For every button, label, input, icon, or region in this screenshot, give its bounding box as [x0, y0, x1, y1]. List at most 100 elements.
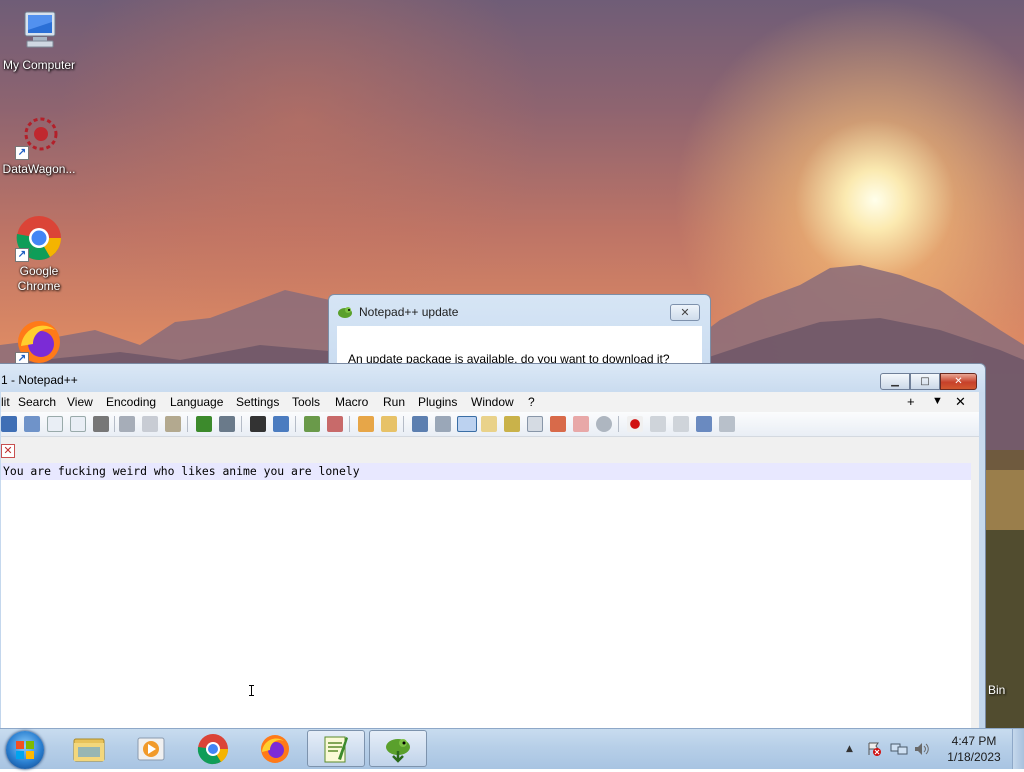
toolbar-separator: [403, 416, 404, 432]
update-dialog-close-button[interactable]: ✕: [670, 304, 700, 321]
menu-edit[interactable]: lit: [1, 395, 10, 409]
taskbar-firefox-button[interactable]: [246, 730, 304, 767]
menu-help[interactable]: ?: [528, 395, 535, 409]
record-macro-icon[interactable]: [627, 416, 643, 432]
action-center-flag-icon[interactable]: [866, 741, 882, 757]
show-hidden-icons-button[interactable]: ▲: [846, 744, 853, 754]
close-button[interactable]: ✕: [940, 373, 977, 390]
vertical-scrollbar[interactable]: [971, 463, 979, 728]
toolbar-separator: [618, 416, 619, 432]
windows-logo-icon: [16, 741, 34, 759]
desktop-icon-datawagon[interactable]: ↗ DataWagon...: [0, 112, 78, 177]
update-dialog-title: Notepad++ update: [359, 305, 459, 319]
toolbar-separator: [241, 416, 242, 432]
redo-icon[interactable]: [219, 416, 235, 432]
menu-language[interactable]: Language: [170, 395, 223, 409]
close-document-button[interactable]: ✕: [955, 394, 966, 410]
taskbar-notepadpp-button[interactable]: [307, 730, 365, 767]
toolbar-separator: [349, 416, 350, 432]
indent-guide-icon[interactable]: [457, 416, 477, 432]
find-icon[interactable]: [250, 416, 266, 432]
menu-macro[interactable]: Macro: [335, 395, 368, 409]
notepadpp-icon: [324, 736, 348, 763]
chameleon-download-icon: [386, 739, 410, 763]
word-wrap-icon[interactable]: [412, 416, 428, 432]
window-title: 1 - Notepad++: [1, 373, 78, 387]
notepadpp-window[interactable]: 1 - Notepad++ ▁ □ ✕ lit Search View Enco…: [0, 363, 986, 731]
menu-encoding[interactable]: Encoding: [106, 395, 156, 409]
folder-as-workspace-icon[interactable]: [573, 416, 589, 432]
taskbar: ▲ 4:47 PM 1/18/2023: [0, 728, 1024, 769]
desktop-icon-firefox[interactable]: ↗: [0, 318, 78, 368]
function-list-icon[interactable]: [550, 416, 566, 432]
desktop-icon-my-computer[interactable]: My Computer: [0, 8, 78, 73]
document-list-icon[interactable]: [527, 416, 543, 432]
clock-date: 1/18/2023: [947, 750, 1001, 764]
desktop-icon-label: DataWagon...: [2, 162, 76, 176]
notepadpp-chameleon-icon: [338, 307, 352, 318]
start-button[interactable]: [6, 731, 44, 769]
datawagon-icon: ↗: [15, 112, 63, 160]
clock-time: 4:47 PM: [951, 734, 997, 748]
replace-icon[interactable]: [273, 416, 289, 432]
taskbar-media-player-button[interactable]: [122, 730, 180, 767]
menu-window[interactable]: Window: [471, 395, 514, 409]
media-player-icon: [137, 737, 165, 761]
play-macro-icon[interactable]: [673, 416, 689, 432]
close-file-icon[interactable]: [47, 416, 63, 432]
zoom-out-icon[interactable]: [327, 416, 343, 432]
volume-icon[interactable]: [913, 741, 931, 757]
user-defined-language-icon[interactable]: [481, 416, 497, 432]
menu-view[interactable]: View: [67, 395, 93, 409]
menu-bar: lit Search View Encoding Language Settin…: [1, 392, 979, 412]
paste-icon[interactable]: [165, 416, 181, 432]
computer-icon: [15, 8, 63, 56]
maximize-button[interactable]: □: [910, 373, 940, 390]
sync-horizontal-icon[interactable]: [381, 416, 397, 432]
cut-icon[interactable]: [119, 416, 135, 432]
menu-tools[interactable]: Tools: [292, 395, 320, 409]
show-desktop-button[interactable]: [1012, 729, 1024, 769]
monitoring-icon[interactable]: [596, 416, 612, 432]
editor-text-area[interactable]: You are fucking weird who likes anime yo…: [1, 463, 971, 728]
stop-macro-icon[interactable]: [650, 416, 666, 432]
sync-vertical-icon[interactable]: [358, 416, 374, 432]
system-clock[interactable]: 4:47 PM 1/18/2023: [940, 733, 1008, 765]
save-icon[interactable]: [1, 416, 17, 432]
add-tab-button[interactable]: +: [907, 394, 915, 409]
show-all-characters-icon[interactable]: [435, 416, 451, 432]
minimize-button[interactable]: ▁: [880, 373, 910, 390]
editor-line-1: You are fucking weird who likes anime yo…: [3, 464, 360, 478]
print-icon[interactable]: [93, 416, 109, 432]
zoom-in-icon[interactable]: [304, 416, 320, 432]
toolbar-separator: [114, 416, 115, 432]
shortcut-arrow-icon: ↗: [15, 146, 29, 160]
copy-icon[interactable]: [142, 416, 158, 432]
desktop-icon-google-chrome[interactable]: ↗ Google Chrome: [0, 214, 78, 294]
menu-search[interactable]: Search: [18, 395, 56, 409]
tab-close-icon[interactable]: ✕: [1, 444, 15, 458]
menu-run[interactable]: Run: [383, 395, 405, 409]
folder-icon: [73, 738, 105, 762]
taskbar-chrome-button[interactable]: [184, 730, 242, 767]
undo-icon[interactable]: [196, 416, 212, 432]
recycle-bin-label[interactable]: Bin: [988, 683, 1005, 697]
menu-settings[interactable]: Settings: [236, 395, 279, 409]
network-icon[interactable]: [890, 741, 908, 757]
taskbar-explorer-button[interactable]: [60, 730, 118, 767]
save-macro-icon[interactable]: [719, 416, 735, 432]
run-macro-multiple-icon[interactable]: [696, 416, 712, 432]
close-all-icon[interactable]: [70, 416, 86, 432]
desktop-icon-label: Google Chrome: [17, 264, 61, 293]
save-all-icon[interactable]: [24, 416, 40, 432]
firefox-icon: [261, 735, 289, 763]
menu-plugins[interactable]: Plugins: [418, 395, 457, 409]
toolbar-separator: [187, 416, 188, 432]
document-map-icon[interactable]: [504, 416, 520, 432]
toolbar-separator: [295, 416, 296, 432]
chrome-icon: [197, 734, 229, 765]
taskbar-notepadpp-updater-button[interactable]: [369, 730, 427, 767]
tab-list-dropdown-button[interactable]: ▼: [932, 395, 943, 407]
desktop-icon-label: My Computer: [2, 58, 76, 72]
tab-bar: ✕: [1, 437, 979, 464]
